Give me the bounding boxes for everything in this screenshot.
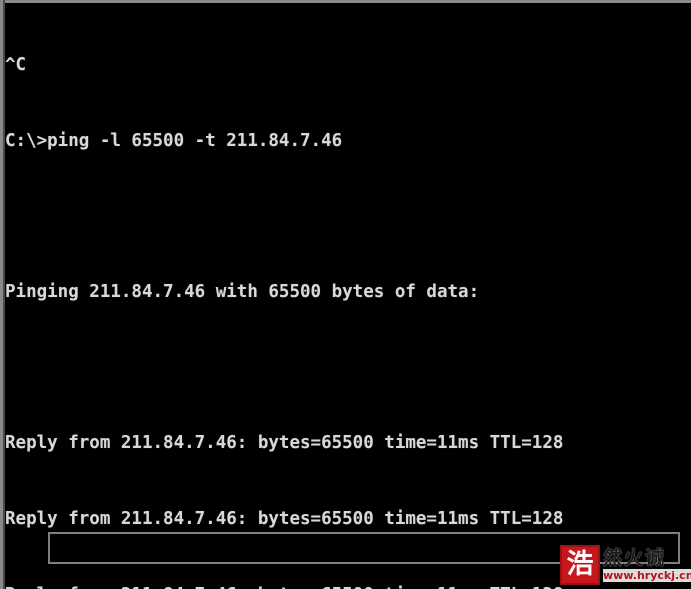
watermark-text-group: 然火诚 www.hryckj.cn xyxy=(603,548,691,582)
watermark-brand-text: 然火诚 xyxy=(603,547,667,569)
pinging-header-line: Pinging 211.84.7.46 with 65500 bytes of … xyxy=(5,282,480,303)
console-line: ^C xyxy=(5,55,27,76)
watermark: 浩 然火诚 www.hryckj.cn xyxy=(560,543,691,587)
command-line: C:\>ping -l 65500 -t 211.84.7.46 xyxy=(5,131,343,151)
reply-line: Reply from 211.84.7.46: bytes=65500 time… xyxy=(5,508,564,529)
command-prompt-window[interactable]: ^C C:\>ping -l 65500 -t 211.84.7.46 Ping… xyxy=(0,0,691,589)
console-output[interactable]: ^C C:\>ping -l 65500 -t 211.84.7.46 Ping… xyxy=(5,3,691,589)
reply-line: Reply from 211.84.7.46: bytes=65500 time… xyxy=(5,433,564,454)
watermark-url: www.hryckj.cn xyxy=(603,569,691,582)
seal-logo-icon: 浩 xyxy=(560,545,600,585)
